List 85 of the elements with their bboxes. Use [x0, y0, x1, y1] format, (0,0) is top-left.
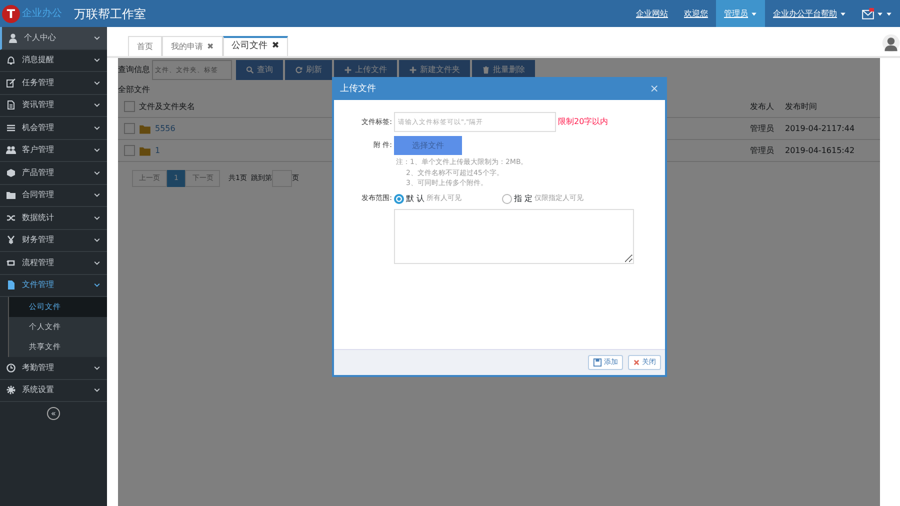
radio-label[interactable]: 指 定: [514, 192, 533, 204]
table-cell-text: 2019-04-1615:42: [785, 144, 856, 156]
checkbox[interactable]: [124, 145, 135, 156]
chevron-icon: [93, 191, 101, 200]
sidebar-item[interactable]: 消息提醒: [0, 50, 107, 72]
sidebar-item[interactable]: 产品管理: [0, 162, 107, 184]
sidebar-item[interactable]: 机会管理: [0, 117, 107, 140]
tab[interactable]: 我的申请 ✖: [162, 36, 223, 56]
close-icon: [633, 359, 640, 366]
edit-icon: [6, 78, 16, 88]
table-cell-text: 管理员: [750, 122, 775, 134]
breadcrumb-text: 全部文件: [118, 85, 150, 94]
sidebar-item[interactable]: 任务管理: [0, 72, 107, 94]
sidebar-item[interactable]: 数据统计: [0, 207, 107, 230]
sidebar-item[interactable]: 系统设置: [0, 380, 107, 402]
caret-icon: [751, 10, 757, 16]
plus-icon: [409, 66, 417, 74]
refresh-icon: [295, 66, 303, 74]
file-icon: [6, 280, 16, 290]
mail-icon: [862, 8, 874, 20]
plus-icon: [344, 66, 352, 74]
chevron-icon: [93, 364, 101, 372]
chevron-icon: [93, 56, 101, 64]
logo: T: [2, 4, 20, 22]
table-cell-text: 管理员: [750, 144, 775, 156]
users-icon: [6, 145, 16, 156]
sidebar-item[interactable]: 财务管理: [0, 230, 107, 252]
sidebar-item[interactable]: 个人中心: [0, 27, 107, 50]
chevron-icon: [93, 236, 101, 244]
folder-icon: [139, 122, 151, 134]
nav-link[interactable]: 欢迎您: [676, 0, 716, 27]
close-icon[interactable]: ✖: [272, 40, 280, 54]
clock-icon: [6, 362, 16, 373]
close-icon[interactable]: ✖: [207, 40, 214, 52]
sidebar-item[interactable]: 合同管理: [0, 184, 107, 207]
gear-icon: [6, 385, 16, 396]
folder-icon: [6, 190, 16, 200]
radio-button[interactable]: [394, 194, 404, 204]
chevron-icon: [93, 168, 101, 177]
checkbox[interactable]: [124, 101, 135, 112]
chevron-icon: [93, 78, 101, 87]
nav-link[interactable]: 企业办公平台帮助: [765, 0, 854, 27]
column-header: 发布人: [750, 100, 775, 112]
text-area[interactable]: [394, 208, 634, 264]
cube-icon: [6, 168, 16, 178]
chevron-icon: [93, 386, 101, 394]
chevron-icon: [93, 101, 101, 110]
list-icon: [6, 122, 16, 133]
nav-link[interactable]: 管理员: [716, 0, 765, 27]
sidebar-item[interactable]: 资讯管理: [0, 94, 107, 117]
yen-icon: [6, 235, 16, 246]
chevron-icon: [93, 258, 101, 267]
logo-text: 企业办公: [22, 6, 62, 21]
chevron-icon: [93, 281, 101, 290]
save-icon: [593, 358, 602, 367]
avatar: [882, 34, 900, 52]
bell-icon: [6, 55, 16, 66]
sidebar-item[interactable]: 考勤管理: [0, 357, 107, 380]
chevron-icon: [93, 146, 101, 154]
sidebar-item[interactable]: 客户管理: [0, 140, 107, 162]
document-icon: [6, 100, 16, 110]
nav-link[interactable]: 企业网站: [628, 0, 676, 27]
search-label: 查询信息: [118, 64, 150, 76]
collapse-button[interactable]: «: [47, 406, 60, 420]
user-icon: [8, 32, 18, 43]
chevron-icon: [93, 214, 101, 222]
tab[interactable]: 首页: [128, 36, 162, 56]
caret-icon: [840, 10, 846, 16]
shuffle-icon: [6, 212, 16, 223]
folder-icon: [139, 144, 151, 156]
dialog-title: 上传文件: [340, 82, 376, 96]
tab[interactable]: 公司文件 ✖: [222, 36, 288, 56]
column-header: 文件及文件夹名: [139, 100, 196, 112]
radio-button[interactable]: [502, 194, 512, 204]
sidebar-item[interactable]: 流程管理: [0, 252, 107, 274]
limit-hint: 限制20字以内: [558, 116, 608, 128]
app-title: 万联帮工作室: [74, 6, 146, 22]
search-icon: [246, 66, 254, 74]
checkbox[interactable]: [124, 123, 135, 134]
chevron-icon: [93, 34, 101, 42]
column-header: 发布时间: [785, 100, 818, 112]
trash-icon: [482, 66, 490, 74]
chevron-icon: [93, 124, 101, 132]
radio-label[interactable]: 默 认: [406, 192, 425, 204]
table-cell-text: 2019-04-2117:44: [785, 122, 856, 134]
